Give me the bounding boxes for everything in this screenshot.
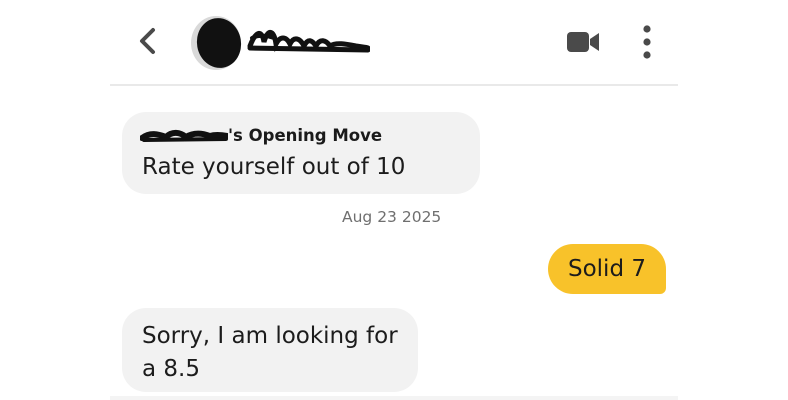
bottom-edge: [110, 396, 678, 400]
header-divider: [110, 84, 678, 86]
avatar[interactable]: [191, 14, 246, 72]
video-camera-icon: [567, 32, 599, 52]
opening-move-bubble[interactable]: 's Opening Move Rate yourself out of 10: [122, 112, 480, 194]
chevron-left-icon: [140, 28, 155, 54]
chat-header: [0, 0, 788, 86]
sent-message-bubble[interactable]: Solid 7: [548, 244, 666, 294]
received-message-line-1: Sorry, I am looking for: [142, 323, 398, 349]
received-message-line-2: a 8.5: [142, 356, 200, 382]
video-call-button[interactable]: [566, 30, 602, 54]
contact-name-redacted[interactable]: [246, 24, 370, 54]
redacted-name-scribble: [140, 129, 228, 142]
opening-move-text: Rate yourself out of 10: [142, 154, 406, 180]
sent-message-text: Solid 7: [568, 256, 646, 282]
message-date: Aug 23 2025: [342, 208, 442, 226]
opening-move-label: 's Opening Move: [140, 124, 462, 146]
more-vertical-icon: [643, 25, 651, 59]
received-message-bubble[interactable]: Sorry, I am looking for a 8.5: [122, 308, 418, 392]
back-button[interactable]: [134, 26, 162, 56]
opening-move-label-text: 's Opening Move: [228, 125, 383, 145]
more-options-button[interactable]: [640, 24, 654, 60]
